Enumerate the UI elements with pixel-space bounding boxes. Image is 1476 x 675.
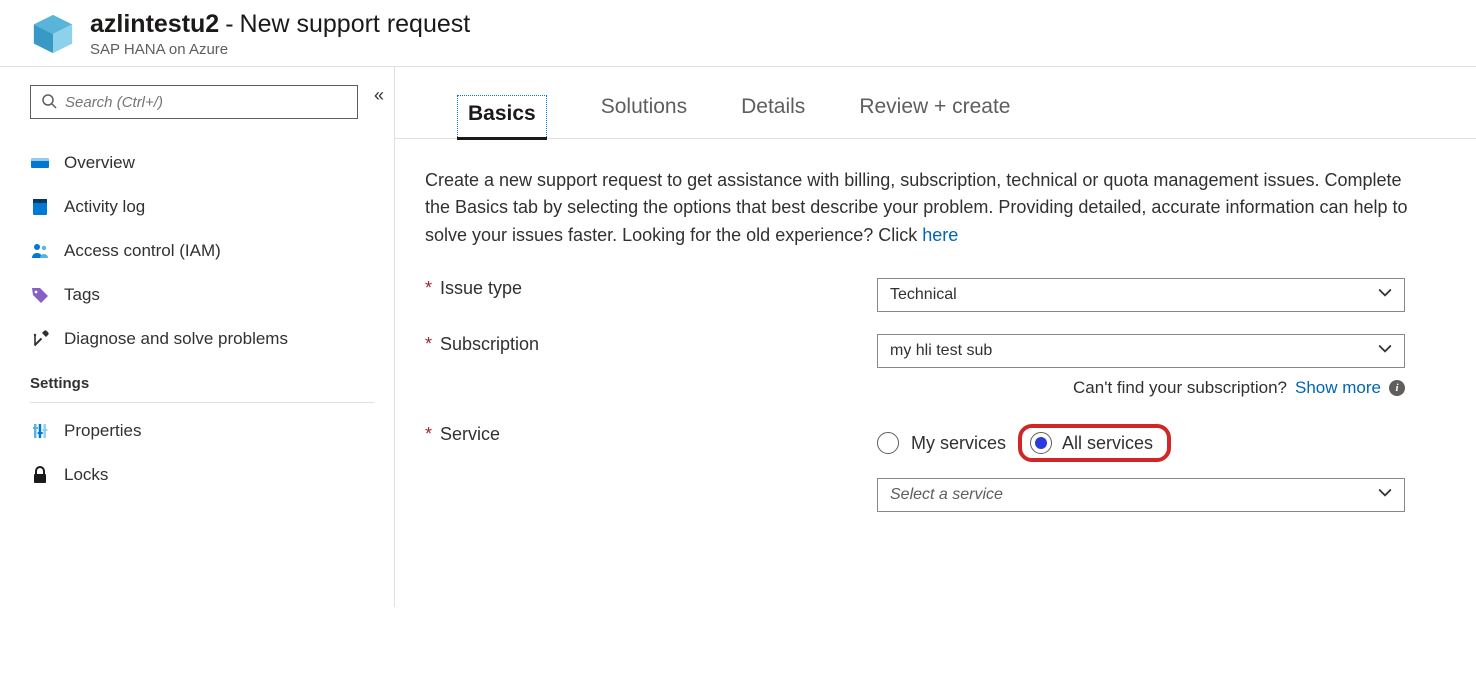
search-icon	[41, 93, 65, 112]
tab-basics[interactable]: Basics	[457, 95, 547, 139]
diagnose-icon	[30, 329, 50, 349]
sidebar-item-label: Diagnose and solve problems	[64, 329, 288, 349]
resource-name: azlintestu2	[90, 10, 219, 39]
sidebar-item-label: Properties	[64, 421, 141, 441]
sidebar-item-diagnose[interactable]: Diagnose and solve problems	[30, 317, 374, 361]
intro-body: Create a new support request to get assi…	[425, 170, 1408, 246]
required-marker: *	[425, 278, 432, 299]
sidebar-search[interactable]	[30, 85, 358, 119]
resource-type-subtitle: SAP HANA on Azure	[90, 41, 470, 58]
title-separator: -	[225, 10, 233, 39]
sidebar-item-label: Tags	[64, 285, 100, 305]
sidebar-item-activity-log[interactable]: Activity log	[30, 185, 374, 229]
sidebar-item-locks[interactable]: Locks	[30, 453, 374, 497]
info-icon[interactable]: i	[1389, 380, 1405, 396]
required-marker: *	[425, 334, 432, 355]
chevron-down-icon	[1378, 342, 1392, 361]
access-control-icon	[30, 241, 50, 261]
sidebar-item-tags[interactable]: Tags	[30, 273, 374, 317]
required-marker: *	[425, 424, 432, 445]
tabs: Basics Solutions Details Review + create	[395, 67, 1476, 139]
service-select-placeholder: Select a service	[890, 486, 1003, 504]
cube-icon	[30, 11, 76, 57]
subscription-select[interactable]: my hli test sub	[877, 334, 1405, 368]
sidebar-item-properties[interactable]: Properties	[30, 409, 374, 453]
radio-my-services[interactable]	[877, 432, 899, 454]
sidebar-item-label: Activity log	[64, 197, 145, 217]
service-select[interactable]: Select a service	[877, 478, 1405, 512]
sidebar-item-label: Overview	[64, 153, 135, 173]
chevron-down-icon	[1378, 486, 1392, 505]
sidebar: « Overview Activity log Access control (…	[0, 67, 395, 607]
sidebar-item-label: Access control (IAM)	[64, 241, 221, 261]
tab-details[interactable]: Details	[741, 95, 805, 138]
show-more-link[interactable]: Show more	[1295, 378, 1381, 398]
subscription-hint-text: Can't find your subscription?	[1073, 378, 1287, 398]
radio-all-services[interactable]	[1030, 432, 1052, 454]
radio-my-services-label: My services	[911, 433, 1006, 454]
chevron-down-icon	[1378, 286, 1392, 305]
tags-icon	[30, 285, 50, 305]
radio-all-services-label: All services	[1062, 433, 1153, 454]
sidebar-item-access-control[interactable]: Access control (IAM)	[30, 229, 374, 273]
issue-type-value: Technical	[890, 286, 957, 304]
collapse-sidebar-button[interactable]: «	[374, 85, 384, 106]
page-title: New support request	[240, 10, 471, 39]
lock-icon	[30, 465, 50, 485]
page-header: azlintestu2 - New support request SAP HA…	[0, 0, 1476, 67]
label-service: Service	[440, 424, 500, 445]
sidebar-item-label: Locks	[64, 465, 108, 485]
annotation-highlight-all-services: All services	[1018, 424, 1171, 462]
issue-type-select[interactable]: Technical	[877, 278, 1405, 312]
overview-icon	[30, 153, 50, 173]
label-subscription: Subscription	[440, 334, 539, 355]
tab-solutions[interactable]: Solutions	[601, 95, 687, 138]
search-input[interactable]	[65, 94, 347, 111]
sidebar-section-settings: Settings	[30, 375, 374, 403]
intro-text: Create a new support request to get assi…	[425, 167, 1416, 251]
sidebar-item-overview[interactable]: Overview	[30, 141, 374, 185]
properties-icon	[30, 421, 50, 441]
activity-log-icon	[30, 197, 50, 217]
intro-old-experience-link[interactable]: here	[922, 225, 958, 245]
subscription-value: my hli test sub	[890, 342, 992, 360]
main-panel: Basics Solutions Details Review + create…	[395, 67, 1476, 607]
tab-review-create[interactable]: Review + create	[859, 95, 1010, 138]
label-issue-type: Issue type	[440, 278, 522, 299]
